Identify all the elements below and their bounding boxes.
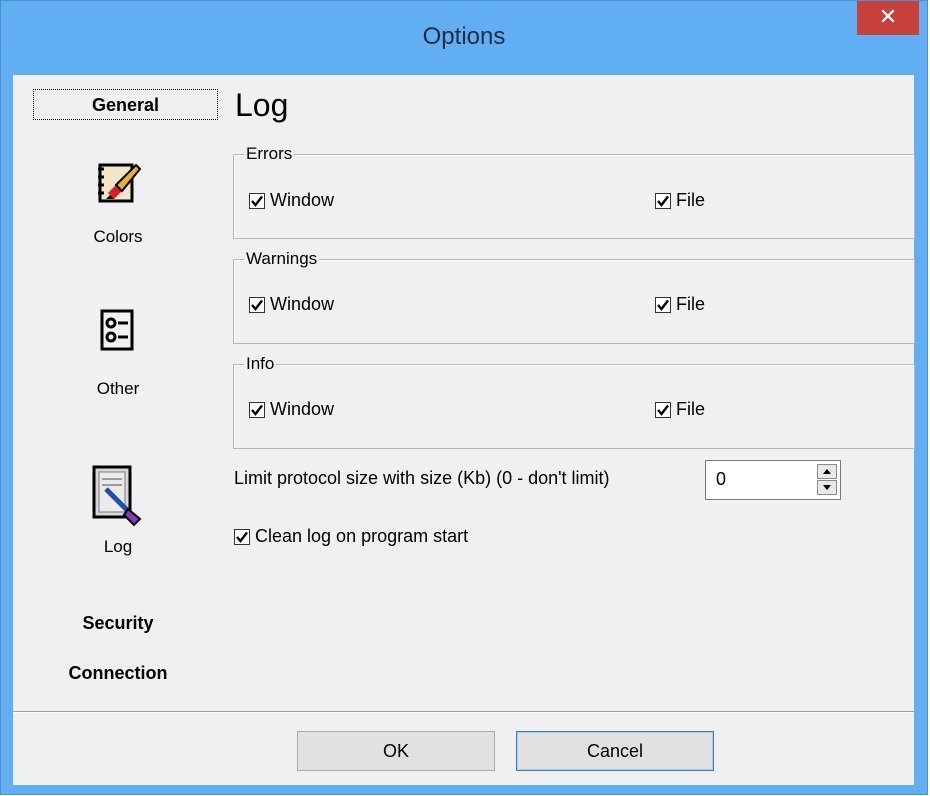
checkbox-box[interactable] — [249, 192, 265, 209]
close-button[interactable]: ✕ — [857, 1, 919, 35]
sidebar-item-connection[interactable]: Connection — [13, 663, 223, 684]
log-document-icon — [92, 465, 142, 527]
sidebar-item-colors[interactable]: Colors — [13, 155, 223, 255]
sidebar-item-label: Log — [103, 537, 133, 556]
options-window: Options ✕ General Colors Other Log Secur… — [0, 0, 928, 795]
close-icon: ✕ — [878, 4, 898, 29]
page-title: Log — [235, 87, 289, 123]
window-title: Options — [422, 23, 506, 50]
limit-size-spinner[interactable]: 0 — [705, 460, 841, 500]
checkbox-box[interactable] — [234, 528, 250, 545]
spin-down-button[interactable] — [817, 480, 837, 495]
group-box: Errors — [233, 144, 915, 239]
checkmark-icon — [236, 531, 248, 543]
info-file-checkbox[interactable]: File — [655, 399, 705, 420]
checkbox-box[interactable] — [655, 192, 671, 209]
sidebar-item-security[interactable]: Security — [13, 613, 223, 634]
sidebar-item-label: Colors — [93, 227, 143, 246]
colors-palette-icon — [98, 163, 142, 203]
sidebar-item-label: Other — [96, 379, 140, 398]
clean-log-checkbox[interactable]: Clean log on program start — [234, 526, 468, 547]
checkmark-icon — [251, 195, 263, 207]
spinner-buttons — [817, 464, 837, 496]
group-box: Info — [233, 354, 915, 449]
checkbox-label: File — [676, 294, 706, 314]
checkbox-label: Window — [270, 399, 335, 419]
warnings-file-checkbox[interactable]: File — [655, 294, 705, 315]
arrow-up-icon — [823, 469, 831, 474]
spin-up-button[interactable] — [817, 464, 837, 479]
cancel-button[interactable]: Cancel — [516, 731, 714, 771]
checkbox-box[interactable] — [655, 401, 671, 418]
ok-button[interactable]: OK — [297, 731, 495, 771]
warnings-window-checkbox[interactable]: Window — [249, 294, 334, 315]
sidebar-item-general[interactable]: General — [33, 89, 218, 120]
checkmark-icon — [251, 299, 263, 311]
errors-window-checkbox[interactable]: Window — [249, 190, 334, 211]
checkbox-label: Window — [270, 190, 335, 210]
checkbox-label: File — [676, 399, 706, 419]
checkmark-icon — [657, 299, 669, 311]
checkbox-box[interactable] — [249, 296, 265, 313]
errors-file-checkbox[interactable]: File — [655, 190, 705, 211]
sidebar-item-log[interactable]: Log — [13, 459, 223, 569]
group-box: Warnings — [233, 249, 915, 344]
checkbox-label: Clean log on program start — [255, 526, 469, 546]
checkmark-icon — [251, 404, 263, 416]
info-window-checkbox[interactable]: Window — [249, 399, 334, 420]
limit-size-value[interactable]: 0 — [716, 469, 726, 490]
limit-size-label: Limit protocol size with size (Kb) (0 - … — [234, 468, 610, 488]
group-legend: Errors — [244, 144, 295, 164]
other-list-icon — [100, 309, 134, 351]
dialog-client-area: General Colors Other Log Security Connec… — [13, 75, 915, 785]
checkbox-box[interactable] — [655, 296, 671, 313]
checkmark-icon — [657, 404, 669, 416]
checkbox-box[interactable] — [249, 401, 265, 418]
separator — [13, 711, 914, 713]
arrow-down-icon — [823, 485, 831, 490]
sidebar: General Colors Other Log Security Connec… — [13, 75, 223, 705]
group-legend: Info — [244, 354, 277, 374]
checkbox-label: Window — [270, 294, 335, 314]
checkbox-label: File — [676, 190, 706, 210]
checkmark-icon — [657, 195, 669, 207]
title-bar[interactable]: Options ✕ — [1, 1, 927, 75]
group-legend: Warnings — [244, 249, 320, 269]
sidebar-item-other[interactable]: Other — [13, 301, 223, 411]
